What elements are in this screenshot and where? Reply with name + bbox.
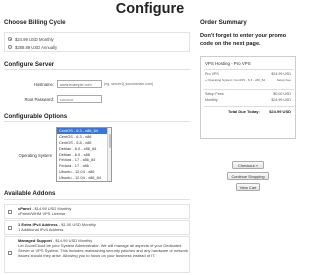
listbox-scrollbar[interactable] [107, 128, 112, 181]
addon-managed-support: Managed Support - $14.99 USD Monthly Let… [4, 236, 190, 273]
billing-monthly-radio[interactable] [8, 37, 12, 41]
os-label: Operating System [18, 153, 52, 158]
hostname-input[interactable]: www.example.com [57, 80, 102, 88]
divider [204, 106, 294, 107]
addon-description: cPanel/WHM VPS License [18, 211, 66, 216]
divider [204, 69, 294, 70]
continue-shopping-button[interactable]: Continue Shopping [227, 172, 269, 180]
root-password-input[interactable]: •••••••••• [57, 95, 102, 103]
hostname-label: Hostname: [33, 82, 54, 87]
os-option[interactable]: Ubuntu - 12.04 - x86_64 [57, 175, 111, 181]
line-item-label: Pro VPS [205, 72, 219, 76]
checkout-button[interactable]: Checkout » [232, 161, 264, 169]
addon-managed-checkbox[interactable] [8, 251, 12, 255]
addon-price: - $1.00 USD Monthly [57, 222, 96, 227]
setup-fees-label: Setup Fees: [205, 92, 225, 96]
os-listbox[interactable]: CentOS - 6.3 - x86_64 CentOS - 6.3 - x86… [56, 127, 112, 182]
server-heading: Configure Server [4, 61, 55, 68]
monthly-value: $24.99 USD [271, 98, 291, 102]
billing-annual-radio[interactable] [8, 45, 12, 49]
divider [204, 89, 294, 90]
addon-ipv4: 1 Extra IPv4 Address - $1.00 USD Monthly… [4, 220, 190, 235]
addon-cpanel: cPanel - $14.95 USD Monthly cPanel/WHM V… [4, 204, 190, 219]
promo-note: Don't forget to enter your promo code on… [200, 33, 287, 47]
billing-heading: Choose Billing Cycle [4, 19, 66, 26]
setup-fees-value: $0.00 USD [273, 92, 291, 96]
billing-monthly-label: $24.99 USD Monthly [15, 36, 54, 42]
line-item-label: » Operating System: CentOS - 6.3 - x86_6… [205, 78, 266, 82]
billing-panel: $24.99 USD Monthly $288.89 USD Annually [4, 32, 190, 52]
product-name: VPS Hosting - Pro VPS [205, 61, 251, 66]
billing-annual-label: $288.89 USD Annually [15, 44, 58, 50]
addon-ipv4-text: 1 Extra IPv4 Address - $1.00 USD Monthly… [18, 222, 188, 232]
order-summary-card: VPS Hosting - Pro VPS Pro VPS $24.99 USD… [200, 56, 296, 139]
line-item-value: $24.99 USD [271, 72, 291, 76]
total-due-label: Total Due Today: [228, 109, 260, 114]
addon-description: 1 Additional IPv4 Address [18, 227, 64, 232]
total-due-value: $24.99 USD [269, 109, 291, 114]
options-heading: Configurable Options [4, 113, 68, 120]
addon-cpanel-checkbox[interactable] [8, 210, 12, 214]
hostname-hint: (eg. server1(.yourdomain.com) [104, 82, 154, 86]
view-cart-button[interactable]: View Cart [236, 183, 260, 191]
summary-heading: Order Summary [200, 19, 247, 26]
scrollbar-thumb[interactable] [108, 134, 112, 148]
addon-description: Let ZoomCloud be your System Administrat… [18, 243, 189, 258]
addon-managed-text: Managed Support - $14.99 USD Monthly Let… [18, 238, 188, 258]
root-password-label: Root Password: [24, 97, 54, 102]
addons-heading: Available Addons [4, 190, 56, 197]
divider [4, 69, 190, 70]
line-item-value: Setup Fee [276, 78, 291, 82]
addon-cpanel-text: cPanel - $14.95 USD Monthly cPanel/WHM V… [18, 206, 188, 216]
divider [4, 199, 190, 200]
divider [4, 121, 190, 122]
monthly-label: Monthly: [205, 98, 219, 102]
addon-ipv4-checkbox[interactable] [8, 226, 12, 230]
page-title: Configure [115, 1, 185, 17]
